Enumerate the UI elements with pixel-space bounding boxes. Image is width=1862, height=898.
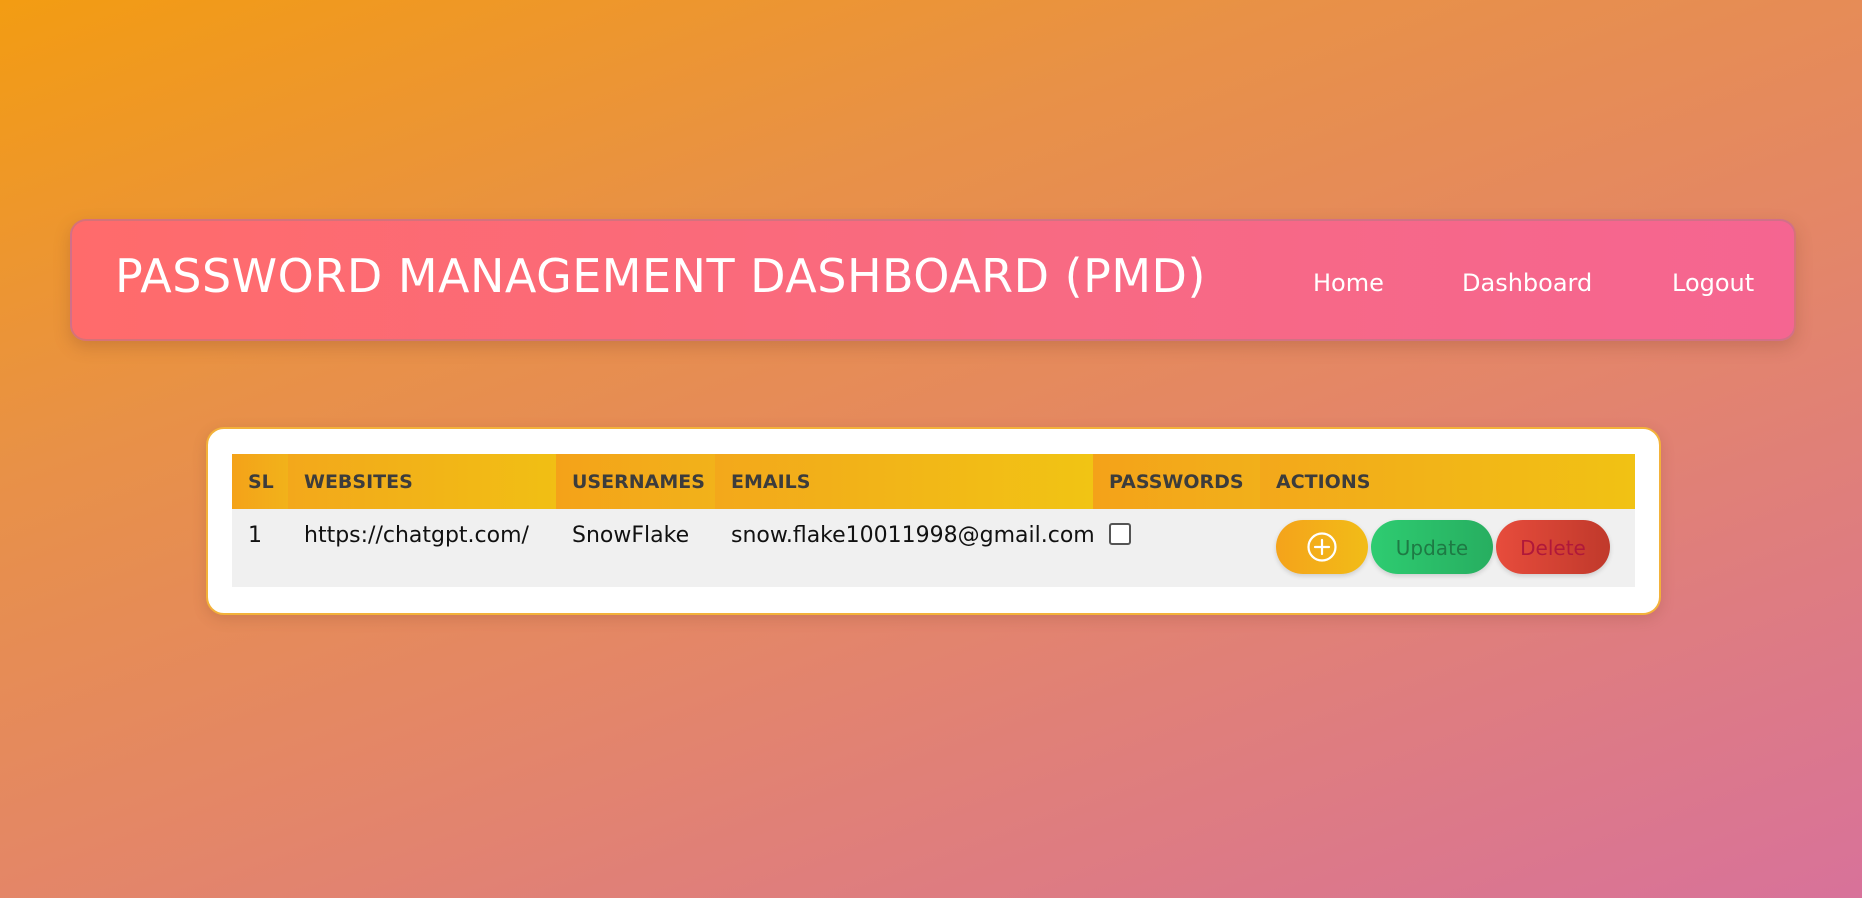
passwords-card: SL WEBSITES USERNAMES EMAILS PASSWORDS A… [206, 427, 1661, 615]
add-button[interactable] [1276, 520, 1368, 574]
passwords-table: SL WEBSITES USERNAMES EMAILS PASSWORDS A… [232, 454, 1635, 587]
column-header-emails: EMAILS [715, 454, 1093, 509]
column-header-actions: ACTIONS [1260, 454, 1635, 509]
cell-password [1093, 509, 1260, 587]
column-header-websites: WEBSITES [288, 454, 556, 509]
cell-website: https://chatgpt.com/ [304, 523, 529, 548]
show-password-checkbox[interactable] [1109, 523, 1131, 545]
table-row: 1 https://chatgpt.com/ SnowFlake snow.fl… [232, 509, 1635, 587]
table-header-row: SL WEBSITES USERNAMES EMAILS PASSWORDS A… [232, 454, 1635, 509]
column-header-sl: SL [232, 454, 288, 509]
cell-sl: 1 [248, 523, 262, 548]
cell-email: snow.flake10011998@gmail.com [731, 523, 1095, 548]
update-button[interactable]: Update [1371, 520, 1493, 574]
cell-actions: Update Delete [1260, 509, 1635, 587]
navbar: PASSWORD MANAGEMENT DASHBOARD (PMD) Home… [70, 219, 1796, 341]
nav-link-logout[interactable]: Logout [1672, 269, 1754, 298]
nav-link-home[interactable]: Home [1313, 269, 1384, 298]
plus-circle-icon [1307, 532, 1337, 562]
column-header-passwords: PASSWORDS [1093, 454, 1260, 509]
app-title: PASSWORD MANAGEMENT DASHBOARD (PMD) [115, 249, 1206, 303]
column-header-usernames: USERNAMES [556, 454, 715, 509]
cell-username: SnowFlake [572, 523, 690, 548]
nav-link-dashboard[interactable]: Dashboard [1462, 269, 1592, 298]
delete-button[interactable]: Delete [1496, 520, 1610, 574]
